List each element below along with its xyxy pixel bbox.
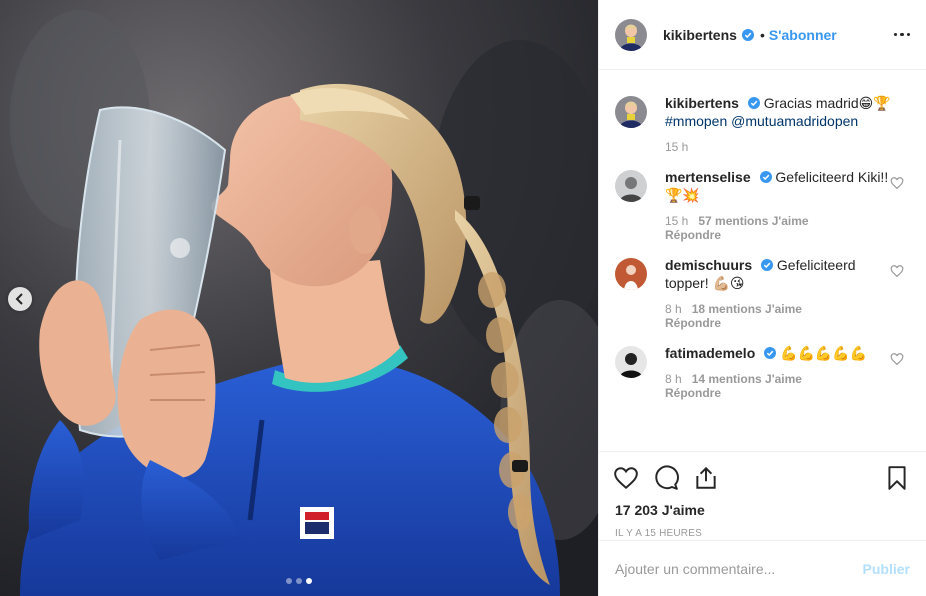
reply-button[interactable]: Répondre bbox=[665, 386, 897, 400]
comment-likes[interactable]: 57 mentions J'aime bbox=[698, 214, 808, 228]
chevron-left-icon bbox=[15, 293, 23, 305]
comment-heart-icon[interactable] bbox=[890, 352, 904, 366]
comment-heart-icon[interactable] bbox=[890, 176, 904, 190]
comment-heart-icon[interactable] bbox=[890, 264, 904, 278]
verified-icon bbox=[761, 259, 774, 271]
comment-likes[interactable]: 18 mentions J'aime bbox=[692, 302, 802, 316]
post-actions: 17 203 J'aime IL Y A 15 HEURES Publier bbox=[599, 451, 926, 596]
comment-username[interactable]: demischuurs bbox=[665, 257, 752, 273]
follow-button[interactable]: S'abonner bbox=[769, 27, 837, 43]
caption-time: 15 h bbox=[665, 140, 689, 154]
comment-meta: 15 h 57 mentions J'aime bbox=[665, 214, 897, 228]
add-comment-bar: Publier bbox=[599, 540, 926, 596]
action-icons bbox=[599, 452, 926, 496]
header-separator: • bbox=[759, 26, 765, 43]
post-media[interactable] bbox=[0, 0, 598, 596]
heart-icon[interactable] bbox=[613, 465, 639, 491]
bookmark-icon[interactable] bbox=[884, 465, 910, 491]
carousel-dot-active bbox=[306, 578, 312, 584]
more-options-button[interactable] bbox=[893, 27, 910, 43]
share-icon[interactable] bbox=[693, 465, 719, 491]
carousel-dot bbox=[286, 578, 292, 584]
reply-button[interactable]: Répondre bbox=[665, 316, 897, 330]
post-timestamp: IL Y A 15 HEURES bbox=[615, 528, 702, 539]
post-viewer: kikibertens • S'abonner kikibertens Grac… bbox=[0, 0, 926, 596]
comment-time: 15 h bbox=[665, 214, 689, 228]
comment-text: 💪💪💪💪💪 bbox=[780, 345, 868, 361]
post-side-panel: kikibertens • S'abonner kikibertens Grac… bbox=[598, 0, 926, 596]
avatar[interactable] bbox=[615, 258, 647, 290]
avatar[interactable] bbox=[615, 346, 647, 378]
comment-row: mertenselise Gefeliciteerd Kiki!! 🏆💥 15 … bbox=[615, 168, 910, 242]
comment-row: demischuurs Gefeliciteerd topper! 💪🏼😘 8 … bbox=[615, 256, 910, 330]
reply-button[interactable]: Répondre bbox=[665, 228, 897, 242]
comment-icon[interactable] bbox=[653, 465, 679, 491]
comment-meta: 8 h 14 mentions J'aime bbox=[665, 372, 897, 386]
post-header: kikibertens • S'abonner bbox=[599, 0, 926, 70]
verified-icon bbox=[741, 28, 754, 41]
comment-time: 8 h bbox=[665, 372, 682, 386]
post-photo bbox=[0, 0, 598, 596]
caption-row: kikibertens Gracias madrid😁🏆 #mmopen @mu… bbox=[615, 94, 910, 154]
comment-username[interactable]: fatimademelo bbox=[665, 345, 755, 361]
header-username[interactable]: kikibertens bbox=[663, 27, 737, 43]
avatar[interactable] bbox=[615, 170, 647, 202]
carousel-prev-button[interactable] bbox=[8, 287, 32, 311]
comments-list[interactable]: kikibertens Gracias madrid😁🏆 #mmopen @mu… bbox=[599, 70, 926, 451]
comment-username[interactable]: mertenselise bbox=[665, 169, 751, 185]
like-count[interactable]: 17 203 J'aime bbox=[599, 496, 926, 518]
caption-text: Gracias madrid😁🏆 bbox=[763, 95, 891, 111]
caption-username[interactable]: kikibertens bbox=[665, 95, 739, 111]
comment-time: 8 h bbox=[665, 302, 682, 316]
verified-icon bbox=[764, 347, 777, 359]
caption-tags[interactable]: #mmopen @mutuamadridopen bbox=[665, 113, 858, 129]
verified-icon bbox=[759, 171, 772, 183]
avatar[interactable] bbox=[615, 18, 647, 51]
avatar[interactable] bbox=[615, 96, 647, 128]
comment-meta: 8 h 18 mentions J'aime bbox=[665, 302, 897, 316]
comment-row: fatimademelo 💪💪💪💪💪 8 h 14 mentions J'aime… bbox=[615, 344, 910, 400]
more-icon bbox=[893, 32, 897, 37]
verified-icon bbox=[747, 97, 760, 109]
carousel-indicator bbox=[0, 578, 598, 584]
comment-likes[interactable]: 14 mentions J'aime bbox=[692, 372, 802, 386]
carousel-dot bbox=[296, 578, 302, 584]
publish-button[interactable]: Publier bbox=[863, 561, 910, 577]
comment-input[interactable] bbox=[615, 560, 863, 577]
